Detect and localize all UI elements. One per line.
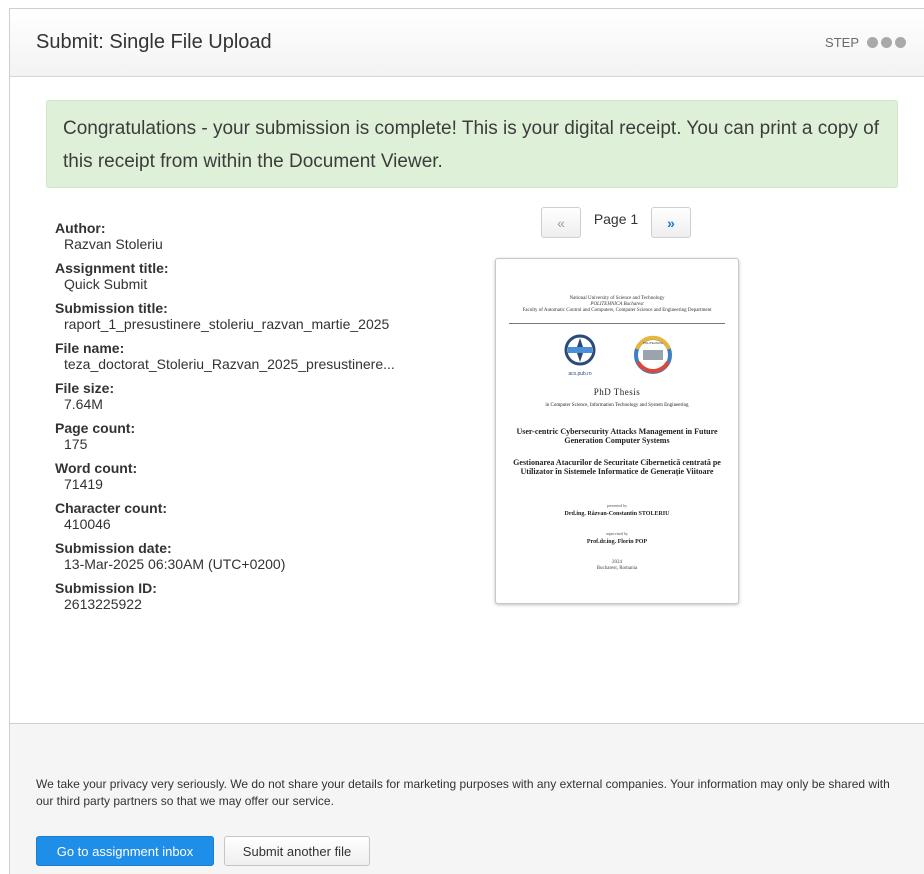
receipt-page-count: Page count: 175 xyxy=(55,420,405,453)
document-page: National University of Science and Techn… xyxy=(496,259,738,603)
step-indicator: STEP xyxy=(825,35,906,50)
document-rule xyxy=(509,323,725,324)
receipt-label: Character count: xyxy=(55,500,168,516)
receipt-label: File name: xyxy=(55,340,125,356)
document-viewer-thumbnail[interactable]: National University of Science and Techn… xyxy=(495,258,739,604)
receipt-value: raport_1_presustinere_stoleriu_razvan_ma… xyxy=(64,316,390,332)
next-page-button[interactable]: » xyxy=(651,207,691,238)
panel-header: Submit: Single File Upload STEP xyxy=(10,9,924,77)
document-supervised-by: supervised by xyxy=(605,531,629,536)
document-field: in Computer Science, Information Technol… xyxy=(545,403,689,408)
receipt-value: 175 xyxy=(64,436,88,452)
page-indicator: Page 1 xyxy=(593,210,639,227)
privacy-notice: We take your privacy very seriously. We … xyxy=(36,777,890,808)
acs-logo-caption: acs.pub.ro xyxy=(568,371,592,377)
receipt-submission-date: Submission date: 13-Mar-2025 06:30AM (UT… xyxy=(55,540,405,573)
receipt-value: Quick Submit xyxy=(64,276,148,292)
document-title-en: User-centric Cybersecurity Attacks Manag… xyxy=(516,427,718,445)
step-dot-icon xyxy=(867,37,878,48)
document-title-ro: Gestionarea Atacurilor de Securitate Cib… xyxy=(513,458,721,476)
step-dot-icon xyxy=(895,37,906,48)
receipt-value: 71419 xyxy=(64,476,103,492)
receipt-label: Page count: xyxy=(55,420,136,436)
receipt-value: 7.64M xyxy=(64,396,103,412)
document-logos: acs.pub.ro POLITEHNICA xyxy=(564,334,672,377)
politehnica-logo-icon: POLITEHNICA xyxy=(634,335,672,374)
document-university-line: Faculty of Automatic Control and Compute… xyxy=(522,308,712,313)
step-label: STEP xyxy=(825,35,859,50)
politehnica-logo-caption: POLITEHNICA xyxy=(643,341,663,345)
document-city: Bucharest, Romania xyxy=(596,566,638,571)
receipt-assignment-title: Assignment title: Quick Submit xyxy=(55,260,405,293)
document-pager: « Page 1 » xyxy=(541,207,691,238)
receipt-label: Word count: xyxy=(55,460,138,476)
receipt-label: Author: xyxy=(55,220,106,236)
success-alert: Congratulations - your submission is com… xyxy=(46,100,898,188)
page-title: Submit: Single File Upload xyxy=(36,31,272,53)
previous-page-button[interactable]: « xyxy=(541,207,581,238)
document-thesis-label: PhD Thesis xyxy=(593,387,641,397)
receipt-label: Submission ID: xyxy=(55,580,157,596)
document-university: National University of Science and Techn… xyxy=(506,296,728,314)
receipt-value: 13-Mar-2025 06:30AM (UTC+0200) xyxy=(64,556,286,572)
acs-logo-icon: acs.pub.ro xyxy=(564,334,596,377)
go-to-assignment-inbox-button[interactable]: Go to assignment inbox xyxy=(36,836,214,866)
receipt-value: 410046 xyxy=(64,516,111,532)
submit-another-file-button[interactable]: Submit another file xyxy=(224,836,370,866)
receipt-character-count: Character count: 410046 xyxy=(55,500,405,533)
receipt-file-size: File size: 7.64M xyxy=(55,380,405,413)
receipt-file-name: File name: teza_doctorat_Stoleriu_Razvan… xyxy=(55,340,405,373)
submission-panel: Submit: Single File Upload STEP Congratu… xyxy=(9,8,924,874)
receipt-label: File size: xyxy=(55,380,115,396)
receipt-author: Author: Razvan Stoleriu xyxy=(55,220,405,253)
receipt-submission-id: Submission ID: 2613225922 xyxy=(55,580,405,613)
panel-footer: We take your privacy very seriously. We … xyxy=(10,724,924,874)
receipt-value: Razvan Stoleriu xyxy=(64,236,163,252)
receipt-word-count: Word count: 71419 xyxy=(55,460,405,493)
receipt-submission-title: Submission title: raport_1_presustinere_… xyxy=(55,300,405,333)
document-supervisor: Prof.dr.ing. Florin POP xyxy=(586,539,648,545)
receipt-value: 2613225922 xyxy=(64,596,142,612)
step-dot-icon xyxy=(881,37,892,48)
receipt-label: Submission title: xyxy=(55,300,168,316)
document-presented-by: presented by xyxy=(606,503,628,508)
receipt-details: Author: Razvan Stoleriu Assignment title… xyxy=(55,221,405,621)
receipt-value: teza_doctorat_Stoleriu_Razvan_2025_presu… xyxy=(64,356,395,372)
receipt-label: Submission date: xyxy=(55,540,172,556)
receipt-label: Assignment title: xyxy=(55,260,169,276)
document-author: Drd.ing. Răzvan-Constantin STOLERIU xyxy=(564,511,670,517)
